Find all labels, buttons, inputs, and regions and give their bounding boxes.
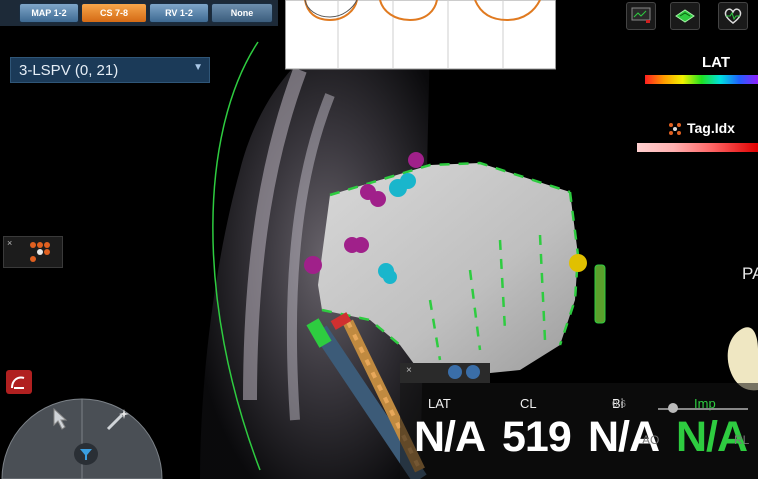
- pin-icon[interactable]: [466, 365, 480, 379]
- layers-icon[interactable]: [670, 2, 700, 30]
- signal-trace-panel: [285, 0, 556, 70]
- readout-label-lat: LAT: [428, 396, 451, 411]
- tab-cs-7-8[interactable]: CS 7-8: [81, 3, 147, 23]
- close-icon[interactable]: ×: [7, 238, 12, 248]
- monitor-icon[interactable]: [626, 2, 656, 30]
- map-selector-dropdown[interactable]: 3-LSPV (0, 21) ▼: [10, 57, 210, 83]
- catheter-tab-bar: MAP 1-2 CS 7-8 RV 1-2 None: [0, 0, 278, 26]
- magic-wand-icon[interactable]: [102, 405, 132, 435]
- tag-color-bar: [637, 143, 758, 152]
- faint-rl-label: RL: [734, 433, 750, 447]
- pointer-icon[interactable]: [44, 405, 74, 435]
- close-icon[interactable]: ×: [406, 365, 412, 376]
- readout-value-cl: 519: [502, 413, 572, 461]
- faint-scale-label: 0.6: [612, 399, 626, 410]
- faint-ao-label: AO: [642, 433, 660, 447]
- tab-rv-1-2[interactable]: RV 1-2: [149, 3, 209, 23]
- lat-color-bar: [645, 75, 758, 84]
- settings-icon[interactable]: [448, 365, 462, 379]
- orientation-label-pa: PA: [742, 264, 758, 283]
- orientation-anatomy: [727, 327, 758, 391]
- sensor-marker: [594, 264, 606, 324]
- lat-legend-label: LAT: [701, 54, 730, 71]
- chevron-down-icon: ▼: [193, 62, 203, 73]
- tag-grid-icon: [668, 122, 682, 136]
- slider-thumb[interactable]: [668, 403, 678, 413]
- map-selector-value: 3-LSPV (0, 21): [19, 61, 119, 79]
- tag-grid-icon: [30, 242, 50, 262]
- heart-icon[interactable]: [718, 2, 748, 30]
- tab-none[interactable]: None: [211, 3, 273, 23]
- readout-toolbar: ×: [400, 363, 490, 383]
- tag-tool-panel[interactable]: ×: [3, 236, 63, 268]
- tag-legend-label: Tag.Idx: [687, 120, 735, 136]
- readout-label-cl: CL: [520, 396, 537, 411]
- readout-value-lat: N/A: [414, 413, 486, 461]
- measurement-readouts: × LAT N/A CL 519 Bi N/A Imp N/A 0.6 AO R…: [400, 363, 758, 479]
- opacity-slider[interactable]: [658, 403, 748, 413]
- filter-icon[interactable]: [74, 443, 98, 465]
- tab-map-1-2[interactable]: MAP 1-2: [19, 3, 79, 23]
